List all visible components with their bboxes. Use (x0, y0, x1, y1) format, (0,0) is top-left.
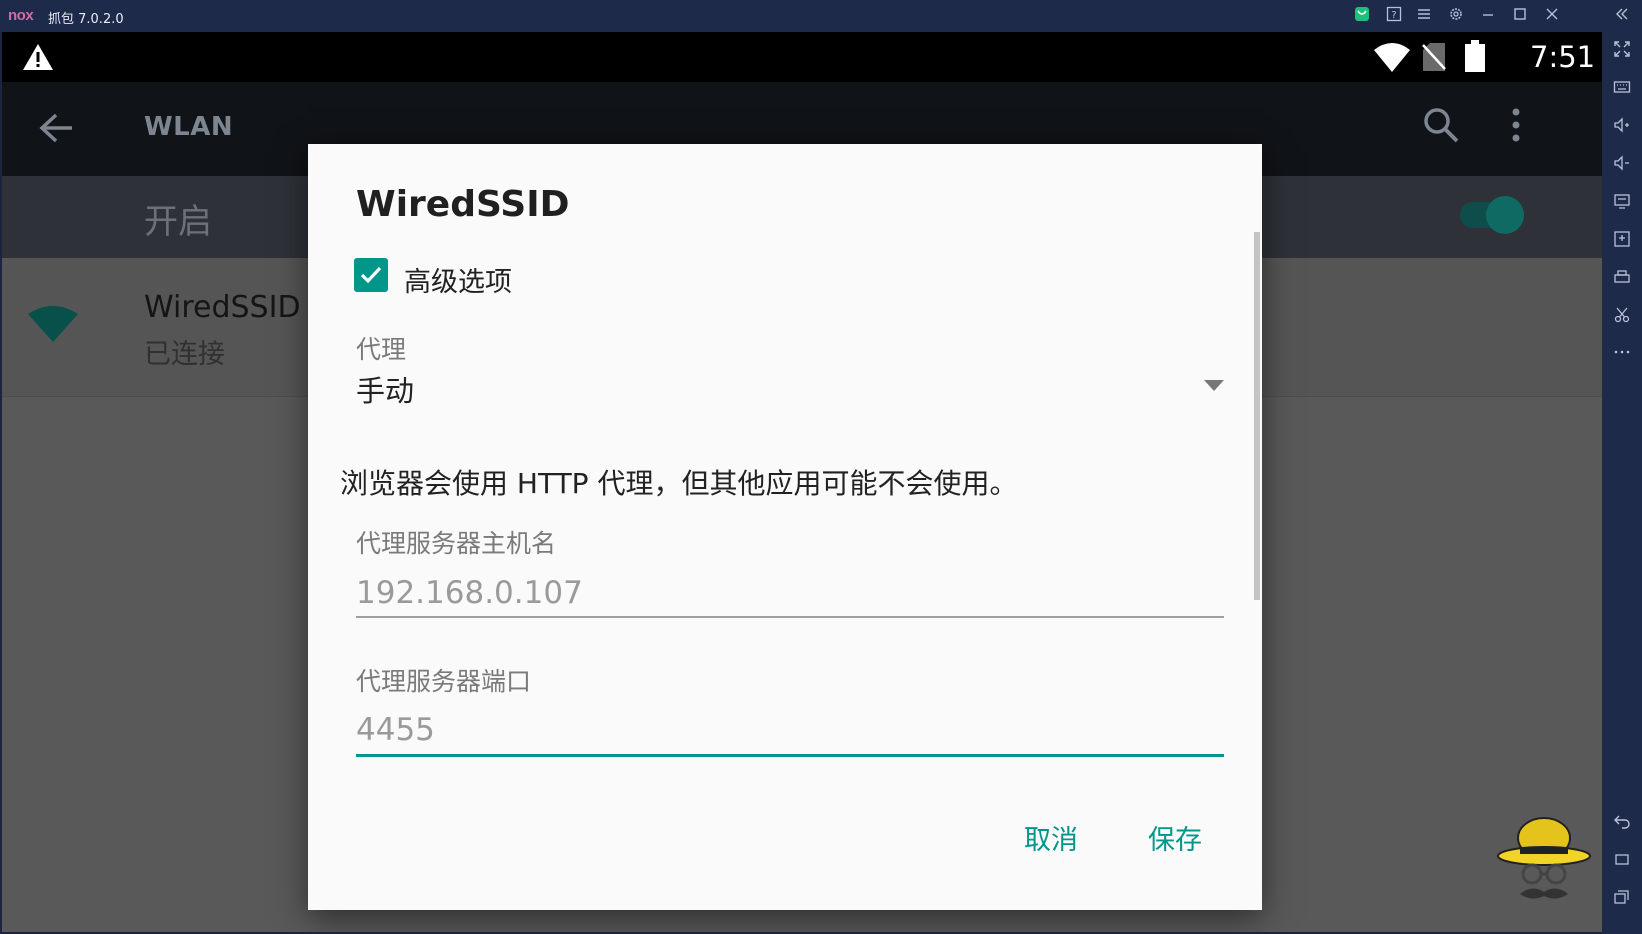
dialog-scrollbar[interactable] (1254, 232, 1260, 600)
status-bar: 7:51 (2, 32, 1602, 82)
scissors-icon[interactable] (1610, 306, 1634, 330)
back-arrow-icon[interactable] (38, 112, 74, 148)
menu-icon[interactable] (1414, 6, 1434, 26)
overflow-menu-icon[interactable] (1510, 106, 1522, 148)
collapse-icon[interactable] (1612, 6, 1632, 26)
wlan-switch-label: 开启 (144, 202, 212, 242)
battery-icon (1464, 40, 1486, 76)
network-dialog: WiredSSID 高级选项 代理 手动 浏览器会使用 HTTP 代理，但其他应… (308, 144, 1262, 910)
screen-icon[interactable] (1610, 192, 1634, 216)
svg-text:?: ? (1391, 10, 1396, 21)
proxy-host-input[interactable] (356, 570, 1224, 618)
dropdown-arrow-icon[interactable] (1204, 380, 1224, 391)
proxy-notice: 浏览器会使用 HTTP 代理，但其他应用可能不会使用。 (340, 467, 1018, 500)
add-apk-icon[interactable] (1610, 230, 1634, 254)
emulator-toolbar (1602, 32, 1642, 934)
no-sim-icon (1422, 42, 1446, 76)
volume-up-icon[interactable] (1610, 116, 1634, 140)
page-title: WLAN (144, 112, 234, 142)
save-button[interactable]: 保存 (1148, 818, 1202, 857)
home-icon[interactable] (1610, 850, 1634, 874)
advanced-options-label[interactable]: 高级选项 (404, 260, 512, 299)
emulator-title-bar: nox 抓包 7.0.2.0 ? (0, 0, 1642, 32)
proxy-select[interactable]: 手动 (356, 368, 414, 410)
network-status: 已连接 (144, 339, 225, 370)
advanced-options-checkbox[interactable] (354, 258, 388, 292)
recent-apps-icon[interactable] (1610, 888, 1634, 912)
fullscreen-icon[interactable] (1610, 40, 1634, 64)
shop-icon[interactable] (1352, 6, 1372, 26)
proxy-host-caption: 代理服务器主机名 (356, 529, 557, 558)
maximize-icon[interactable] (1510, 6, 1530, 26)
proxy-port-input[interactable] (356, 706, 1224, 757)
nox-logo: nox (8, 7, 34, 24)
wifi-icon (1374, 42, 1410, 76)
wlan-toggle-thumb[interactable] (1486, 196, 1524, 234)
proxy-caption: 代理 (356, 335, 407, 364)
search-icon[interactable] (1422, 106, 1460, 148)
android-screen: 7:51 WLAN 开启 WiredSSID 已连接 WiredSSID 高级选… (2, 32, 1602, 932)
wifi-signal-icon (28, 306, 78, 346)
network-ssid: WiredSSID (144, 290, 301, 325)
proxy-port-caption: 代理服务器端口 (356, 667, 532, 696)
close-icon[interactable] (1542, 6, 1562, 26)
warning-icon (22, 42, 54, 76)
mascot-icon[interactable] (1496, 816, 1600, 924)
keyboard-icon[interactable] (1610, 78, 1634, 102)
back-icon[interactable] (1610, 812, 1634, 836)
clock: 7:51 (1530, 40, 1596, 74)
settings-icon[interactable] (1446, 6, 1466, 26)
more-icon[interactable] (1610, 342, 1634, 366)
window-title: 抓包 7.0.2.0 (48, 12, 124, 27)
dialog-title: WiredSSID (356, 184, 570, 225)
volume-down-icon[interactable] (1610, 154, 1634, 178)
minimize-icon[interactable] (1478, 6, 1498, 26)
print-icon[interactable] (1610, 268, 1634, 292)
cancel-button[interactable]: 取消 (1024, 818, 1078, 857)
help-icon[interactable]: ? (1384, 6, 1404, 26)
